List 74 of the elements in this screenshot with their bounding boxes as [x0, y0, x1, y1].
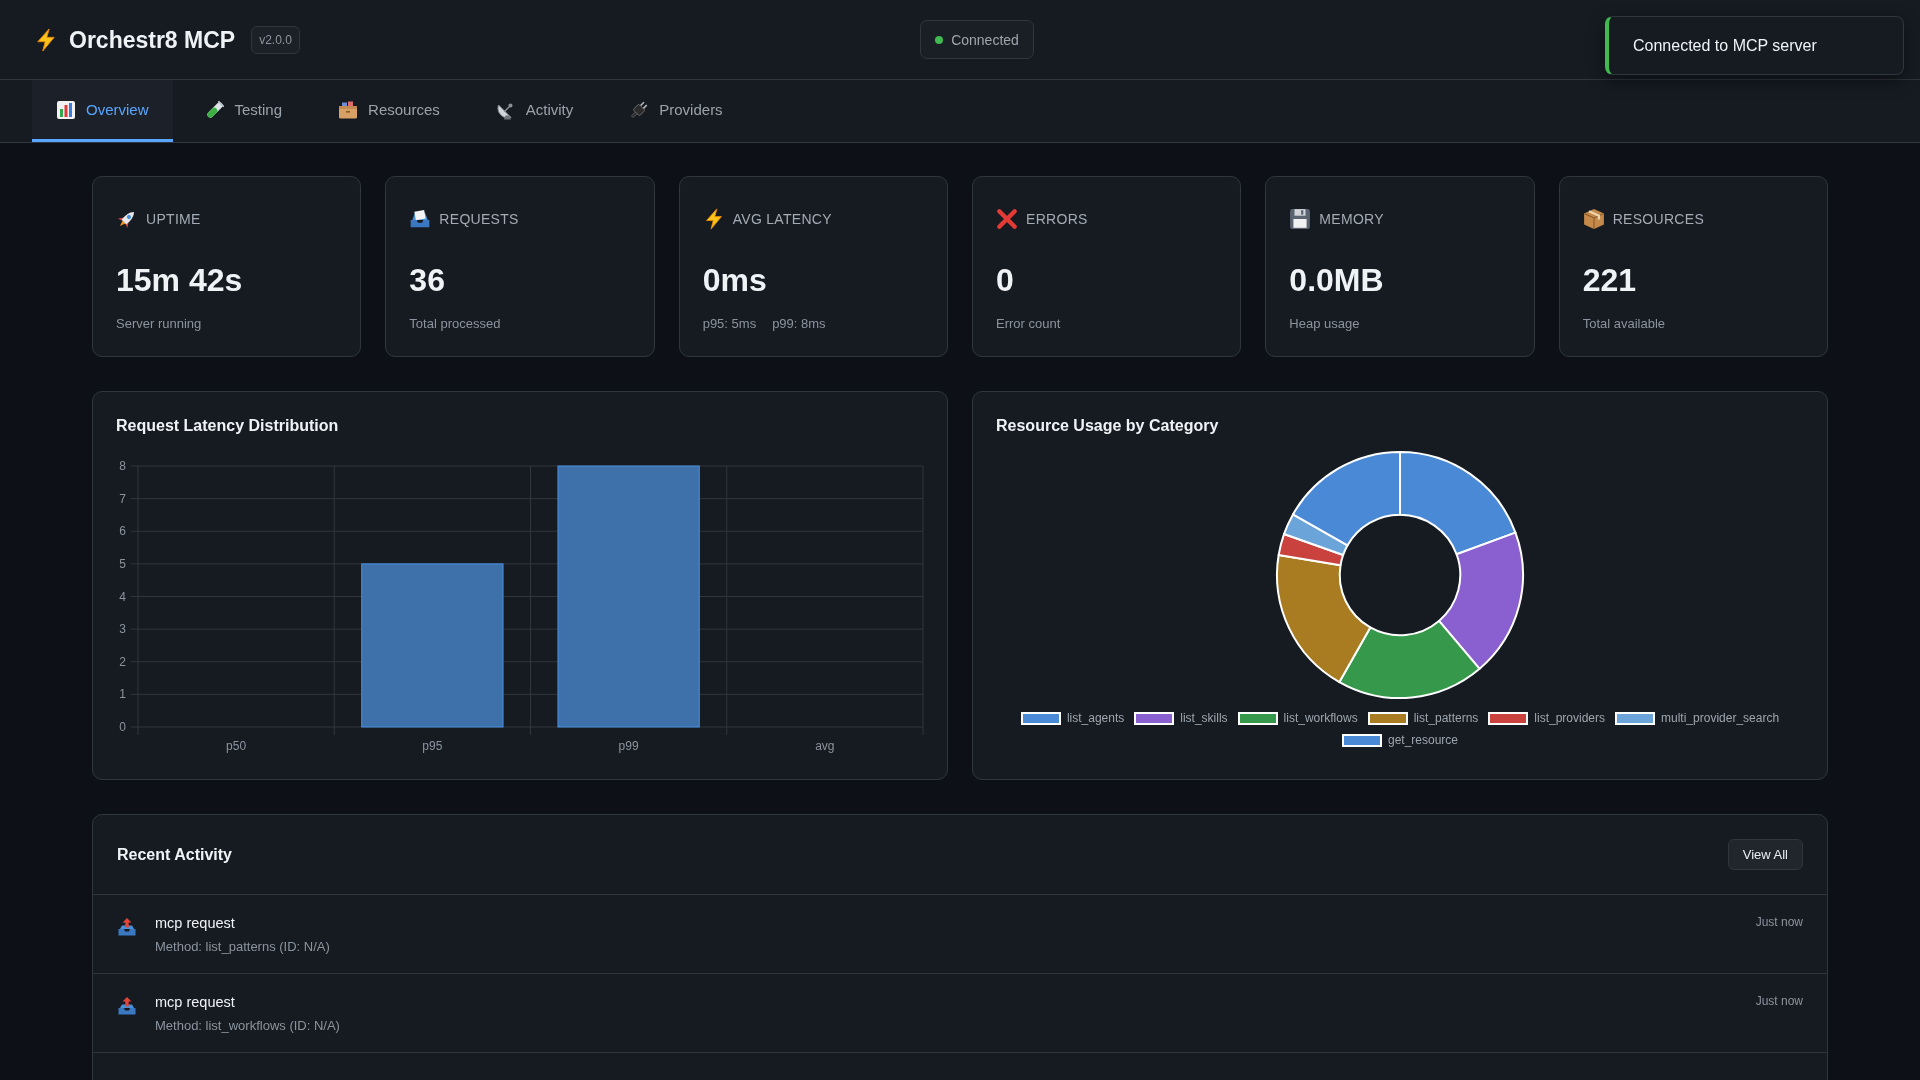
stat-value: 15m 42s [116, 261, 243, 300]
stat-detail: Total available [1582, 315, 1666, 333]
tab[interactable]: Resources [314, 80, 464, 142]
tick-label: 8 [119, 459, 126, 473]
stat-detail: Server running [116, 315, 202, 333]
outbox-tray-icon [117, 996, 137, 1016]
file-box-icon [338, 99, 359, 120]
stat-value: 0 [996, 261, 1014, 300]
tick-label: p95 [422, 739, 443, 753]
legend-swatch-icon [1367, 711, 1408, 725]
stat-detail: p95: 5ms [702, 315, 757, 333]
activity-time: Just now [1755, 914, 1803, 931]
activity-detail: Method: list_workflows (ID: N/A) [155, 1018, 340, 1034]
stat-value: 0ms [702, 261, 767, 300]
stat-detail: p99: 8ms [772, 315, 826, 333]
view-all-button[interactable]: View All [1727, 839, 1803, 870]
legend-swatch-icon [1020, 711, 1061, 725]
tick-label: 4 [119, 589, 126, 604]
tick-label: 0 [119, 720, 126, 734]
stat-detail: Total processed [409, 315, 501, 333]
app-title: Orchestr8 MCP [69, 25, 236, 54]
stat-label: RESOURCES [1612, 211, 1705, 227]
legend-label: list_workflows [1283, 711, 1358, 725]
legend-label: list_skills [1180, 711, 1228, 725]
activity-title: mcp request [155, 993, 235, 1012]
legend-swatch-icon [1488, 711, 1529, 725]
legend-label: get_resource [1387, 733, 1458, 747]
legend-swatch-icon [1237, 711, 1278, 725]
legend-label: list_patterns [1413, 711, 1479, 725]
bar-chart-icon [56, 99, 76, 120]
chart-title: Resource Usage by Category [996, 416, 1219, 436]
tab[interactable]: Testing [180, 80, 307, 142]
legend-swatch-icon [1134, 711, 1175, 725]
lightning-icon [34, 27, 58, 52]
stat-label: ERRORS [1026, 211, 1088, 227]
tick-label: 3 [119, 622, 126, 637]
legend-swatch-icon [1615, 711, 1656, 725]
plug-icon [629, 99, 650, 120]
legend-swatch-icon [1341, 733, 1382, 747]
stat-value: 36 [409, 261, 445, 300]
tick-label: 2 [119, 654, 126, 669]
stat-value: 0.0MB [1289, 261, 1384, 300]
stat-label: REQUESTS [439, 211, 519, 227]
tick-label: avg [815, 739, 835, 753]
tick-label: p99 [618, 739, 639, 753]
activity-time: Just now [1755, 993, 1803, 1010]
tab[interactable]: Providers [605, 80, 747, 142]
tick-label: p50 [226, 739, 247, 753]
tick-label: 7 [119, 491, 126, 506]
activity-detail: Method: list_patterns (ID: N/A) [155, 939, 330, 955]
chart-title: Request Latency Distribution [116, 416, 339, 436]
stat-label: AVG LATENCY [732, 211, 832, 227]
stat-label: MEMORY [1319, 211, 1384, 227]
activity-title: mcp request [155, 914, 235, 933]
legend-label: list_providers [1534, 711, 1606, 725]
connection-label: Connected [951, 31, 1019, 48]
stat-detail: Error count [996, 315, 1061, 333]
package-icon [1582, 208, 1605, 230]
tick-label: 5 [119, 556, 126, 571]
tab[interactable]: Overview [32, 80, 173, 142]
toast-message: Connected to MCP server [1633, 36, 1817, 55]
tick-label: 1 [119, 687, 126, 702]
legend-label: multi_provider_search [1661, 711, 1780, 725]
stat-detail: Heap usage [1289, 315, 1360, 333]
stat-value: 221 [1582, 261, 1637, 300]
tab[interactable]: Activity [471, 80, 598, 142]
tick-label: 6 [119, 524, 126, 539]
version-badge: v2.0.0 [251, 25, 300, 54]
inbox-tray-icon [409, 208, 432, 230]
panel-title: Recent Activity [117, 844, 232, 865]
legend-label: list_agents [1066, 711, 1125, 725]
cross-icon [996, 208, 1018, 230]
stat-label: UPTIME [146, 211, 201, 227]
outbox-tray-icon [117, 917, 137, 937]
